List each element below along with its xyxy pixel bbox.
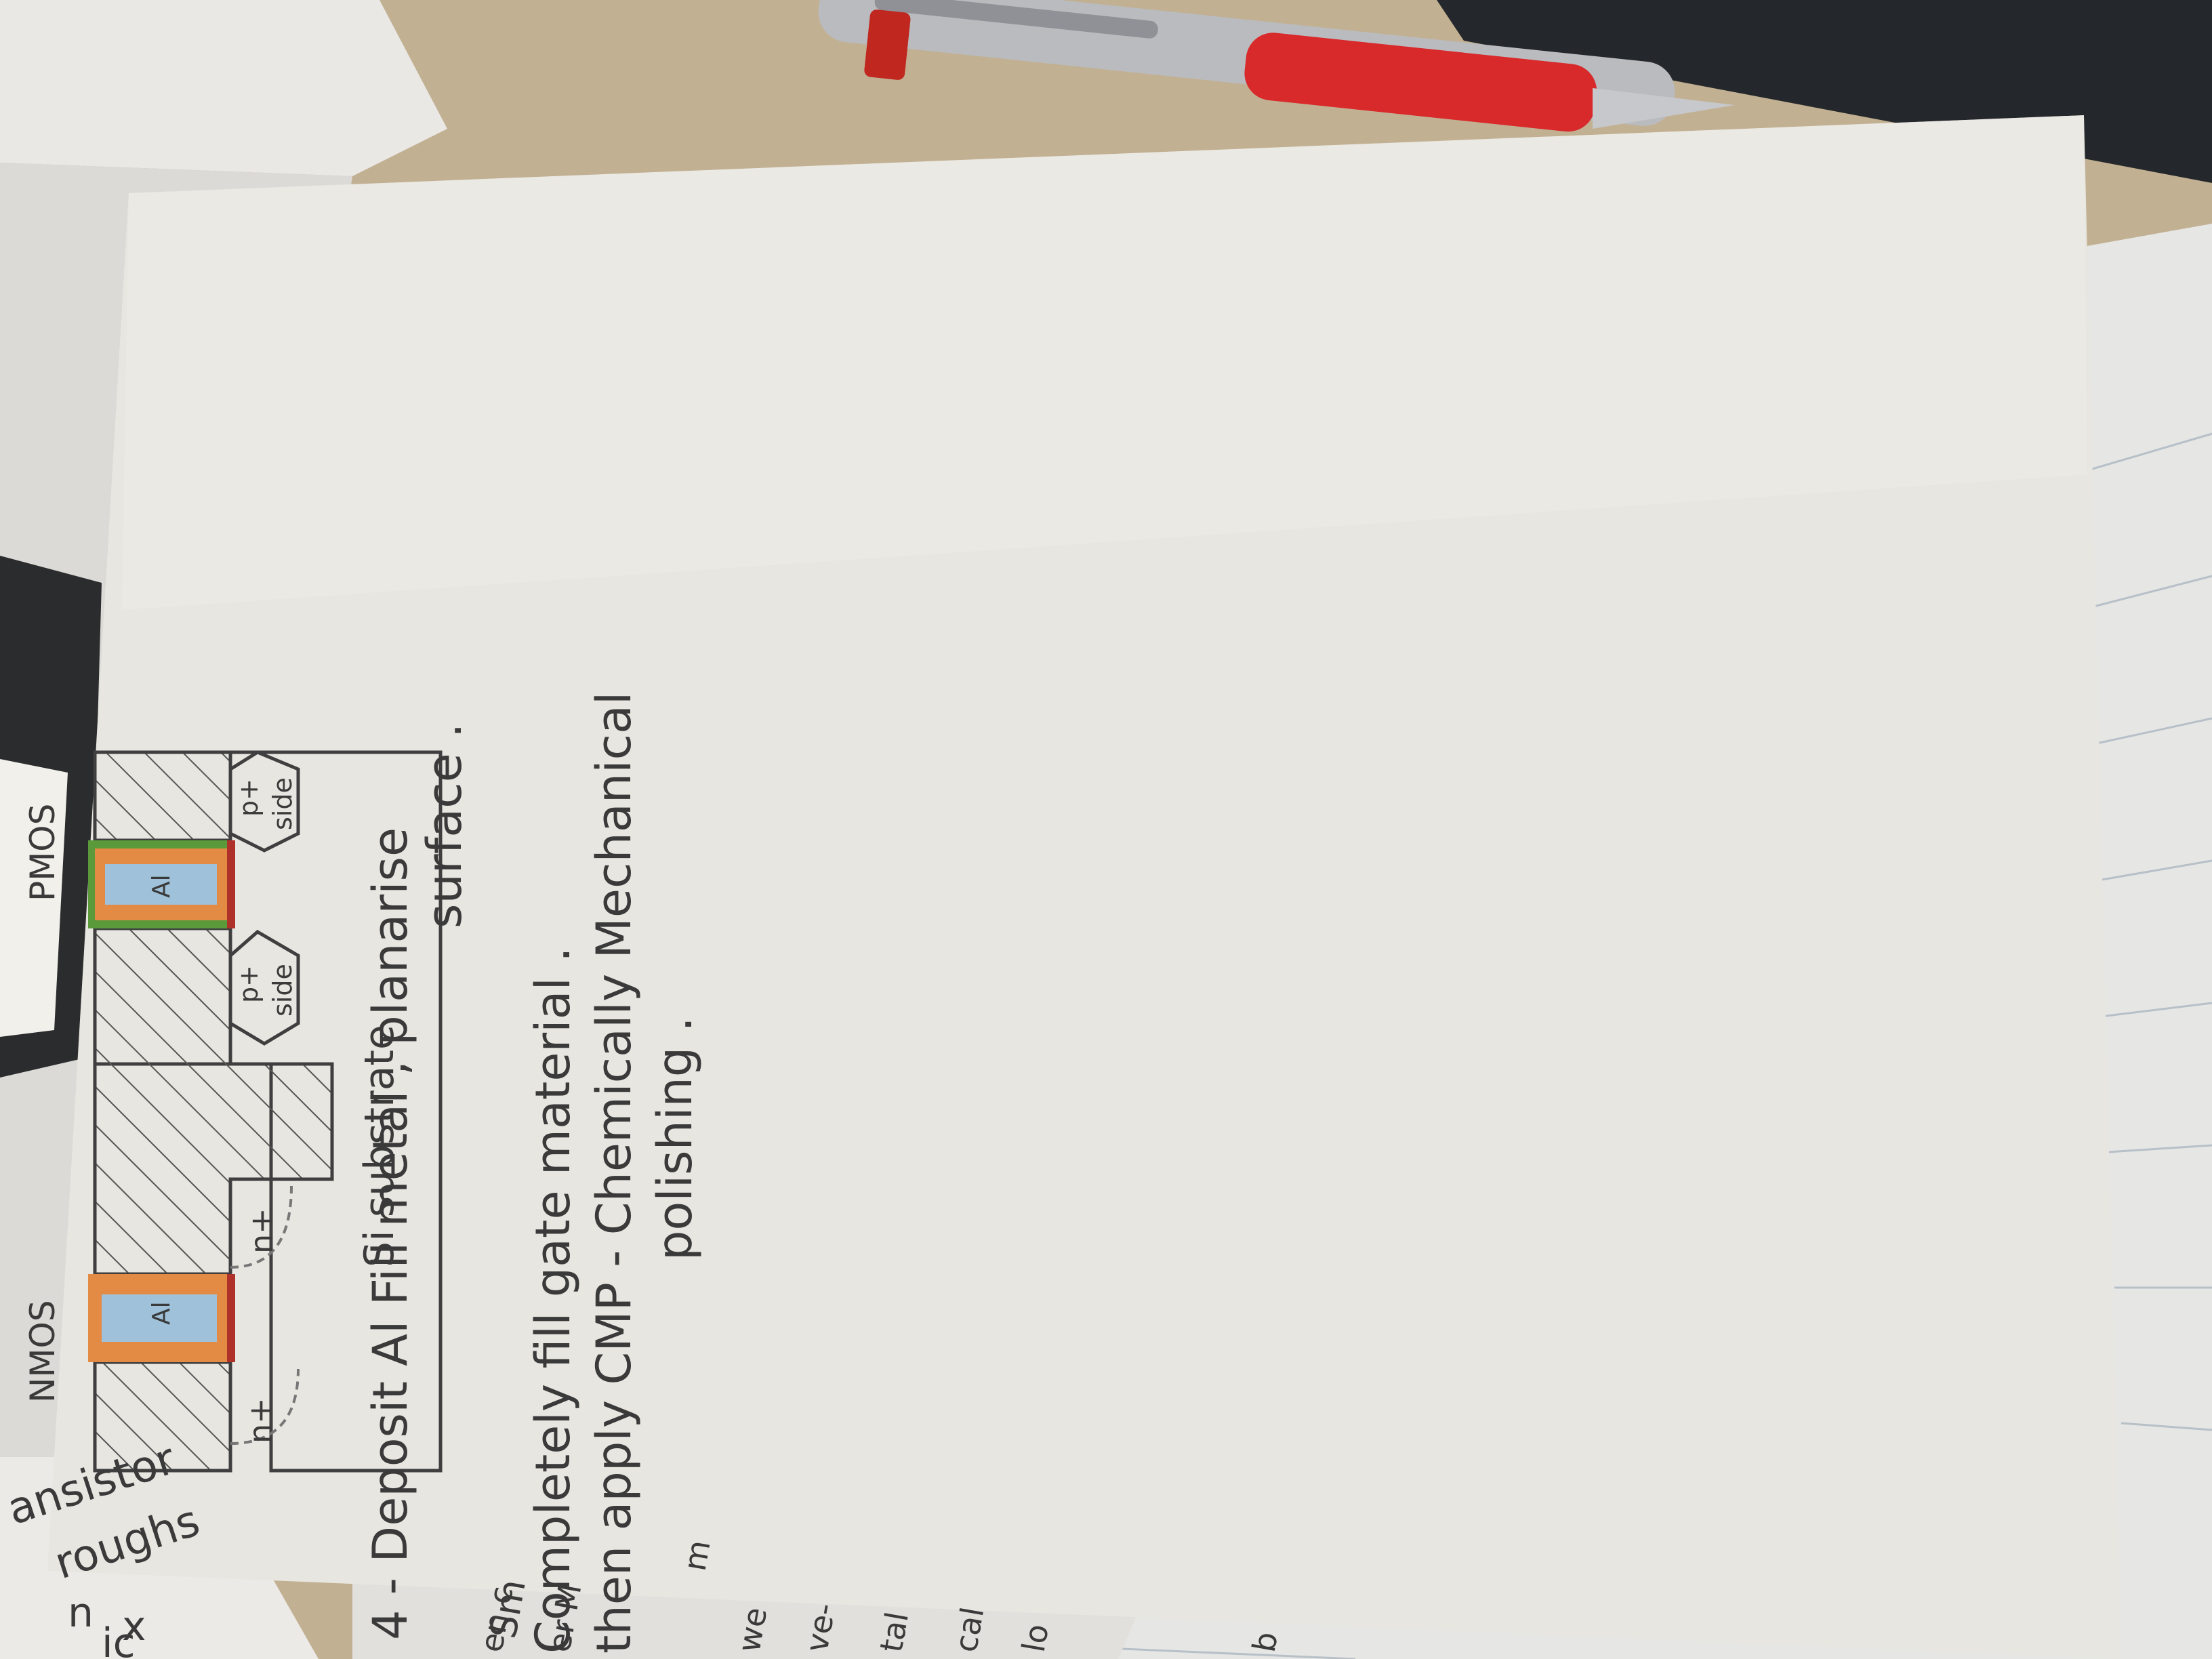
- pmos-gate: Al: [88, 840, 235, 928]
- pmos-heading: PMOS: [23, 804, 62, 901]
- fragment-9: we: [731, 1605, 775, 1655]
- note-line-5: polishing .: [647, 1017, 703, 1261]
- fragment-11: tal: [873, 1609, 916, 1654]
- nmos-gate-label: Al: [148, 1301, 176, 1325]
- pplus-left-l2: side: [268, 964, 298, 1017]
- nplus-mid-label: n+: [243, 1208, 280, 1254]
- note-line-4: then apply CMP - Chemically Mechanical: [586, 692, 642, 1654]
- nplus-left-label: n+: [242, 1397, 279, 1443]
- pplus-right-l2: side: [268, 777, 298, 830]
- fragment-5: ic: [102, 1620, 136, 1659]
- pplus-right-l1: p+: [234, 779, 264, 817]
- nmos-gate: Al: [88, 1274, 235, 1362]
- fragment-3: n: [68, 1589, 94, 1637]
- pmos-gate-label: Al: [148, 874, 176, 898]
- oxide-right: [93, 750, 232, 842]
- note-line-1: 4 - Deposit Al Fill metal , planarise: [363, 827, 418, 1640]
- note-line-3: Completely fill gate material .: [525, 947, 581, 1654]
- fragment-15: m: [676, 1537, 718, 1574]
- paper-sheet-top-left: [0, 0, 447, 176]
- photo-scene: Al Al n+ n+ p+ side p+ side Si substrate…: [0, 0, 2212, 1659]
- nmos-heading: NMOS: [23, 1300, 62, 1403]
- fragment-12: cal: [947, 1604, 991, 1655]
- note-line-2: surface .: [417, 723, 472, 928]
- pplus-left-l1: p+: [234, 965, 264, 1003]
